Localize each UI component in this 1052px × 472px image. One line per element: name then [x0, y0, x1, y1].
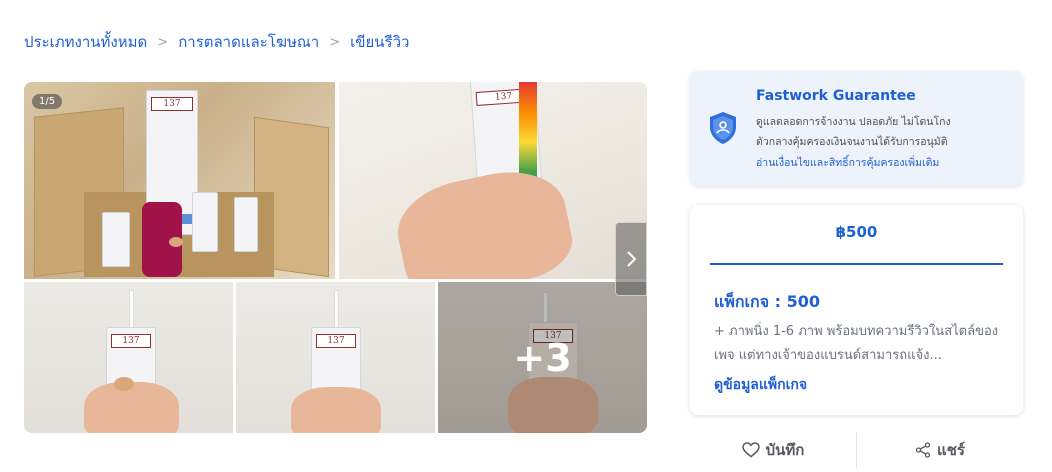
breadcrumb-write-review[interactable]: เขียนรีวิว	[350, 30, 409, 54]
heart-icon	[741, 442, 760, 458]
image-counter-badge: 1/5	[32, 94, 63, 109]
share-icon	[915, 442, 931, 458]
breadcrumb-all-categories[interactable]: ประเภทงานทั้งหมด	[24, 30, 147, 54]
more-photos-overlay[interactable]: +3	[438, 282, 647, 433]
guarantee-desc-line-1: ดูแลตลอดการจ้างงาน ปลอดภัย ไม่โดนโกง	[756, 116, 951, 128]
chevron-right-icon	[627, 251, 637, 267]
image-gallery: 137 137 137 137 137 +3 1/5	[24, 82, 647, 433]
carton-label: 137	[111, 334, 151, 348]
guarantee-card: Fastwork Guarantee ดูแลตลอดการจ้างงาน ปล…	[690, 71, 1023, 186]
package-tab-underline	[710, 263, 1003, 265]
share-button[interactable]: แชร์	[857, 430, 1023, 470]
guarantee-desc-line-2: ตัวกลางคุ้มครองเงินจนงานได้รับการอนุมัติ	[756, 136, 948, 148]
gallery-photo-3[interactable]: 137	[24, 282, 233, 433]
package-description: + ภาพนิ่ง 1-6 ภาพ พร้อมบทความรีวิวในสไตล…	[714, 324, 999, 363]
breadcrumb-separator: >	[157, 34, 169, 50]
gallery-photo-4[interactable]: 137	[236, 282, 435, 433]
guarantee-title: Fastwork Guarantee	[756, 88, 916, 104]
carton-label: 137	[316, 334, 356, 348]
package-name: แพ็กเกจ : 500	[714, 292, 821, 311]
breadcrumb-separator: >	[329, 34, 341, 50]
breadcrumb-marketing[interactable]: การตลาดและโฆษณา	[178, 30, 319, 54]
save-label: บันทึก	[765, 441, 805, 459]
gallery-photo-2[interactable]: 137	[339, 82, 647, 279]
shield-icon	[710, 112, 736, 144]
guarantee-description: ดูแลตลอดการจ้างงาน ปลอดภัย ไม่โดนโกง ตัว…	[756, 112, 1006, 152]
package-card: ฿500 แพ็กเกจ : 500 + ภาพนิ่ง 1-6 ภาพ พร้…	[690, 205, 1023, 415]
save-button[interactable]: บันทึก	[690, 430, 856, 470]
gallery-next-button[interactable]	[615, 222, 647, 296]
guarantee-terms-link[interactable]: อ่านเงื่อนไขและสิทธิ์การคุ้มครองเพิ่มเติ…	[756, 154, 939, 171]
package-details-link[interactable]: ดูข้อมูลแพ็กเกจ	[714, 374, 807, 396]
carton-label: 137	[151, 97, 193, 111]
breadcrumb: ประเภทงานทั้งหมด > การตลาดและโฆษณา > เขี…	[24, 30, 409, 54]
gallery-photo-1[interactable]: 137	[24, 82, 335, 279]
share-label: แชร์	[937, 441, 965, 459]
package-price-tab[interactable]: ฿500	[710, 223, 1003, 241]
action-bar: บันทึก แชร์	[690, 430, 1023, 470]
